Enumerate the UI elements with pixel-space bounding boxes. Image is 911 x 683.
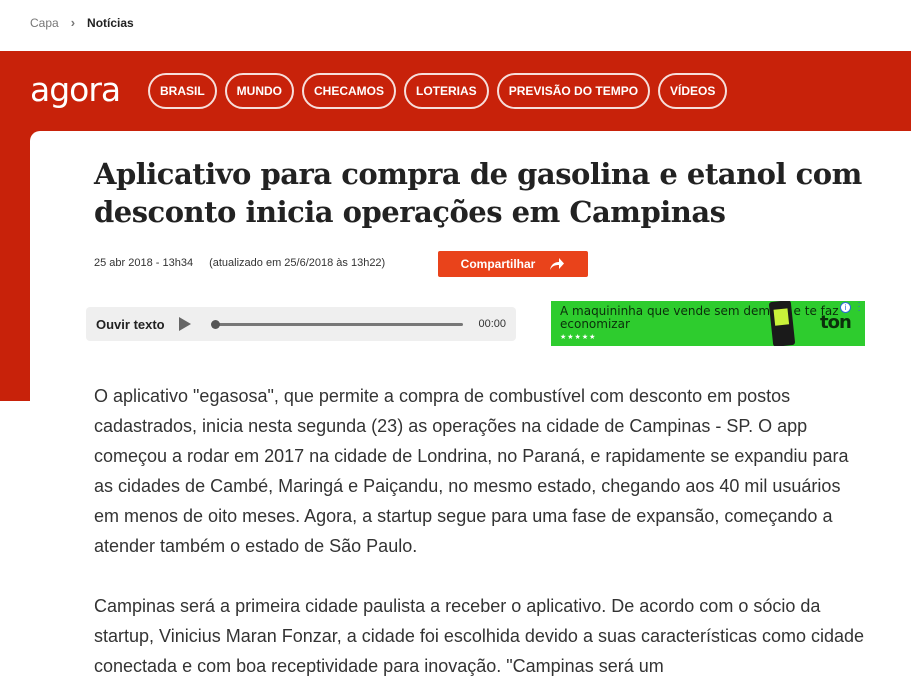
nav-item-videos[interactable]: VÍDEOS xyxy=(658,73,728,109)
article-body: O aplicativo "egasosa", que permite a co… xyxy=(94,381,870,683)
card-machine-image xyxy=(768,301,796,346)
audio-progress-track[interactable] xyxy=(210,319,463,329)
ad-stars: ★★★★★ xyxy=(560,334,597,341)
info-icon[interactable]: i xyxy=(840,302,851,313)
audio-player: Ouvir texto 00:00 xyxy=(86,307,516,341)
article-paragraph: Campinas será a primeira cidade paulista… xyxy=(94,596,865,676)
published-date: 25 abr 2018 - 13h34 xyxy=(94,257,194,269)
share-button-label: Compartilhar xyxy=(460,257,536,271)
updated-date: (atualizado em 25/6/2018 às 13h22) xyxy=(209,257,386,269)
play-icon[interactable] xyxy=(178,317,191,331)
nav-item-brasil[interactable]: BRASIL xyxy=(148,73,217,109)
audio-player-label: Ouvir texto xyxy=(96,316,165,332)
article-paragraph: O aplicativo "egasosa", que permite a co… xyxy=(94,386,849,556)
main-nav: BRASIL MUNDO CHECAMOS LOTERIAS PREVISÃO … xyxy=(148,73,728,109)
audio-progress-handle[interactable] xyxy=(210,319,220,329)
nav-item-previsao-do-tempo[interactable]: PREVISÃO DO TEMPO xyxy=(496,73,651,109)
more-vertical-icon[interactable]: · · · xyxy=(856,301,862,316)
breadcrumb-current: Notícias xyxy=(87,15,134,30)
chevron-right-icon: › xyxy=(70,15,76,30)
nav-item-mundo[interactable]: MUNDO xyxy=(224,73,294,109)
audio-time: 00:00 xyxy=(478,318,506,330)
nav-item-checamos[interactable]: CHECAMOS xyxy=(302,73,397,109)
nav-item-loterias[interactable]: LOTERIAS xyxy=(404,73,489,109)
article-meta: 25 abr 2018 - 13h34 (atualizado em 25/6/… xyxy=(94,257,385,269)
article-title: Aplicativo para compra de gasolina e eta… xyxy=(94,157,862,229)
share-button[interactable]: Compartilhar xyxy=(438,251,588,277)
site-logo[interactable]: agora xyxy=(30,70,121,110)
ad-brand-logo: ton xyxy=(820,312,852,333)
breadcrumb-home-link[interactable]: Capa xyxy=(30,16,59,30)
breadcrumb: Capa › Notícias xyxy=(30,15,134,30)
share-arrow-icon xyxy=(550,258,565,270)
advertisement-banner[interactable]: A maquininha que vende sem demora e te f… xyxy=(551,301,865,346)
